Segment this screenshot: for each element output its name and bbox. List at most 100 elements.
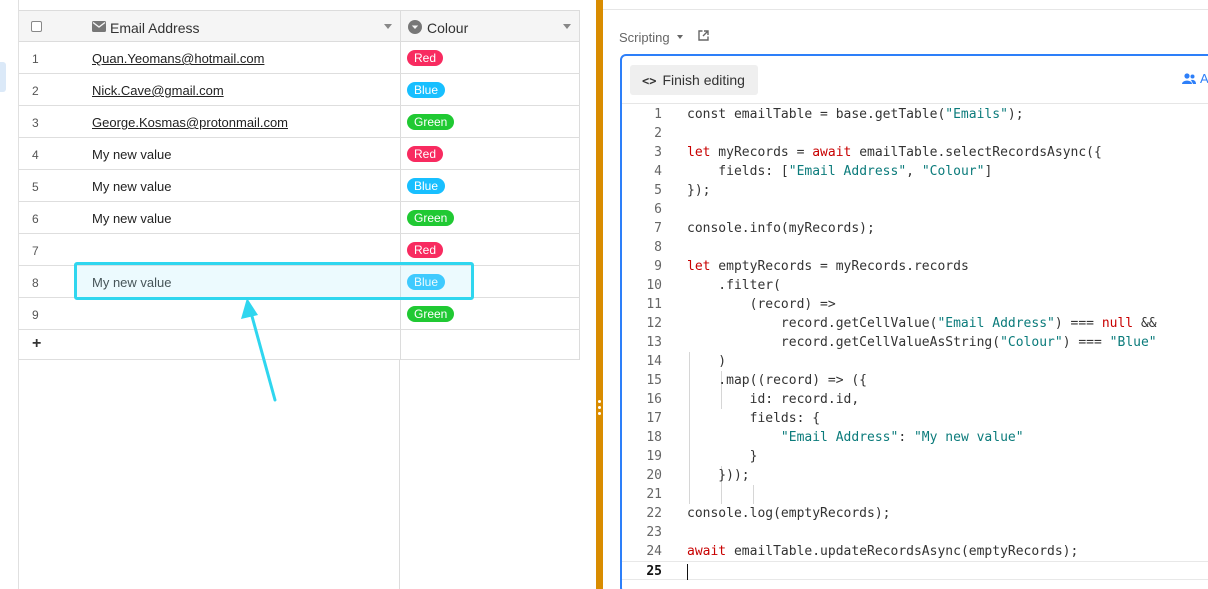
grid-header-row: Email Address Colour bbox=[19, 10, 580, 43]
column-header-email-label: Email Address bbox=[110, 20, 200, 36]
colour-pill: Blue bbox=[407, 82, 446, 98]
colour-cell[interactable]: Green bbox=[400, 202, 580, 233]
line-number: 25 bbox=[646, 564, 662, 579]
code-line[interactable]: 7 console.info(myRecords); bbox=[622, 219, 1208, 238]
email-cell[interactable]: Quan.Yeomans@hotmail.com bbox=[92, 51, 264, 66]
code-line[interactable]: 17 fields: { bbox=[622, 409, 1208, 428]
code-line[interactable]: 10 .filter( bbox=[622, 276, 1208, 295]
users-icon[interactable] bbox=[1182, 73, 1196, 84]
code-line[interactable]: 25 bbox=[622, 561, 1208, 580]
email-cell[interactable]: Nick.Cave@gmail.com bbox=[92, 83, 224, 98]
email-cell[interactable]: My new value bbox=[92, 147, 171, 162]
code-line[interactable]: 23 bbox=[622, 523, 1208, 542]
table-row[interactable]: 6 My new value Green bbox=[19, 202, 580, 234]
code-line[interactable]: 5}); bbox=[622, 181, 1208, 200]
colour-cell[interactable]: Red bbox=[400, 234, 580, 265]
chevron-down-icon[interactable] bbox=[677, 35, 683, 39]
colour-cell[interactable]: Blue bbox=[400, 74, 580, 105]
email-cell[interactable]: My new value bbox=[92, 211, 171, 226]
colour-cell[interactable]: Red bbox=[400, 42, 580, 73]
email-cell[interactable]: My new value bbox=[92, 179, 171, 194]
colour-cell[interactable]: Red bbox=[400, 138, 580, 169]
email-cell[interactable]: George.Kosmas@protonmail.com bbox=[92, 115, 288, 130]
add-record-row[interactable]: + bbox=[19, 330, 580, 360]
code-line[interactable]: 13 record.getCellValueAsString("Colour")… bbox=[622, 333, 1208, 352]
colour-cell[interactable]: Green bbox=[400, 106, 580, 137]
column-header-colour[interactable]: Colour bbox=[400, 11, 580, 43]
code-line[interactable]: 21 bbox=[622, 485, 1208, 504]
chevron-down-icon[interactable] bbox=[563, 24, 571, 29]
pane-resize-handle[interactable] bbox=[596, 0, 603, 589]
code-text: "Email Address": "My new value" bbox=[780, 430, 1024, 445]
colour-cell[interactable]: Green bbox=[400, 298, 580, 329]
colour-cell[interactable]: Blue bbox=[400, 170, 580, 201]
envelope-icon bbox=[92, 21, 106, 32]
line-number: 24 bbox=[646, 544, 662, 559]
collaborators-label[interactable]: A bbox=[1200, 71, 1208, 86]
line-number: 7 bbox=[654, 221, 662, 236]
code-text: })); bbox=[687, 468, 750, 483]
code-line[interactable]: 15 .map((record) => ({ bbox=[622, 371, 1208, 390]
code-text: record.getCellValue("Email Address") ===… bbox=[687, 316, 1157, 331]
line-number: 22 bbox=[646, 506, 662, 521]
code-line[interactable]: 19 } bbox=[622, 447, 1208, 466]
line-number: 18 bbox=[646, 430, 662, 445]
line-number: 12 bbox=[646, 316, 662, 331]
header-select-cell bbox=[19, 11, 73, 43]
code-text: fields: ["Email Address", "Colour"] bbox=[687, 164, 993, 179]
code-line[interactable]: 2 bbox=[622, 124, 1208, 143]
code-line[interactable]: 20 })); bbox=[622, 466, 1208, 485]
table-row[interactable]: 5 My new value Blue bbox=[19, 170, 580, 202]
code-line[interactable]: 24 await emailTable.updateRecordsAsync(em… bbox=[622, 542, 1208, 561]
row-number: 7 bbox=[32, 244, 39, 258]
code-text: let myRecords = await emailTable.selectR… bbox=[687, 145, 1102, 160]
code-editor[interactable]: <> Finish editing A 1 const emailTable = b… bbox=[620, 54, 1208, 589]
code-line[interactable]: 18 "Email Address": "My new value" bbox=[622, 428, 1208, 447]
colour-pill: Green bbox=[407, 306, 455, 322]
line-number: 17 bbox=[646, 411, 662, 426]
code-line[interactable]: 1 const emailTable = base.getTable("Email… bbox=[622, 105, 1208, 124]
code-text: ) bbox=[687, 354, 727, 369]
code-line[interactable]: 4 fields: ["Email Address", "Colour"] bbox=[622, 162, 1208, 181]
scripting-dropdown-label[interactable]: Scripting bbox=[619, 30, 670, 45]
code-lines[interactable]: 1 const emailTable = base.getTable("Email… bbox=[622, 105, 1208, 580]
finish-editing-button[interactable]: <> Finish editing bbox=[630, 65, 758, 95]
table-row[interactable]: 1 Quan.Yeomans@hotmail.com Red bbox=[19, 42, 580, 74]
code-text: .map((record) => ({ bbox=[687, 373, 868, 388]
table-row[interactable]: 2 Nick.Cave@gmail.com Blue bbox=[19, 74, 580, 106]
line-number: 21 bbox=[646, 487, 662, 502]
line-number: 20 bbox=[646, 468, 662, 483]
code-line[interactable]: 16 id: record.id, bbox=[622, 390, 1208, 409]
code-text: } bbox=[687, 449, 758, 464]
code-line[interactable]: 12 record.getCellValue("Email Address") … bbox=[622, 314, 1208, 333]
code-line[interactable]: 14 ) bbox=[622, 352, 1208, 371]
code-line[interactable]: 3 let myRecords = await emailTable.select… bbox=[622, 143, 1208, 162]
colour-pill: Blue bbox=[407, 178, 446, 194]
column-header-colour-label: Colour bbox=[427, 20, 469, 36]
line-number: 13 bbox=[646, 335, 662, 350]
line-number: 23 bbox=[646, 525, 662, 540]
select-all-checkbox[interactable] bbox=[31, 21, 42, 32]
chevron-down-icon[interactable] bbox=[384, 24, 392, 29]
row-number: 1 bbox=[32, 52, 39, 66]
code-line[interactable]: 22 console.log(emptyRecords); bbox=[622, 504, 1208, 523]
code-text: id: record.id, bbox=[687, 392, 860, 407]
code-line[interactable]: 8 bbox=[622, 238, 1208, 257]
code-line[interactable]: 9 let emptyRecords = myRecords.records bbox=[622, 257, 1208, 276]
annotation-arrow-icon bbox=[241, 298, 277, 402]
popout-icon[interactable] bbox=[698, 30, 709, 41]
table-row[interactable]: 3 George.Kosmas@protonmail.com Green bbox=[19, 106, 580, 138]
editor-toolbar: <> Finish editing A bbox=[622, 56, 1208, 104]
add-record-button[interactable]: + bbox=[32, 335, 41, 353]
code-line[interactable]: 6 bbox=[622, 200, 1208, 219]
records-grid: Email Address Colour 1 Quan.Yeomans@hotma… bbox=[19, 0, 596, 589]
table-row[interactable]: 4 My new value Red bbox=[19, 138, 580, 170]
line-number: 6 bbox=[654, 202, 662, 217]
column-header-email[interactable]: Email Address bbox=[73, 11, 400, 43]
colour-pill: Green bbox=[407, 114, 455, 130]
sidebar-active-marker[interactable] bbox=[0, 62, 6, 92]
table-row[interactable]: 9 Green bbox=[19, 298, 580, 330]
colour-pill: Red bbox=[407, 50, 444, 66]
text-cursor bbox=[687, 564, 688, 580]
code-line[interactable]: 11 (record) => bbox=[622, 295, 1208, 314]
